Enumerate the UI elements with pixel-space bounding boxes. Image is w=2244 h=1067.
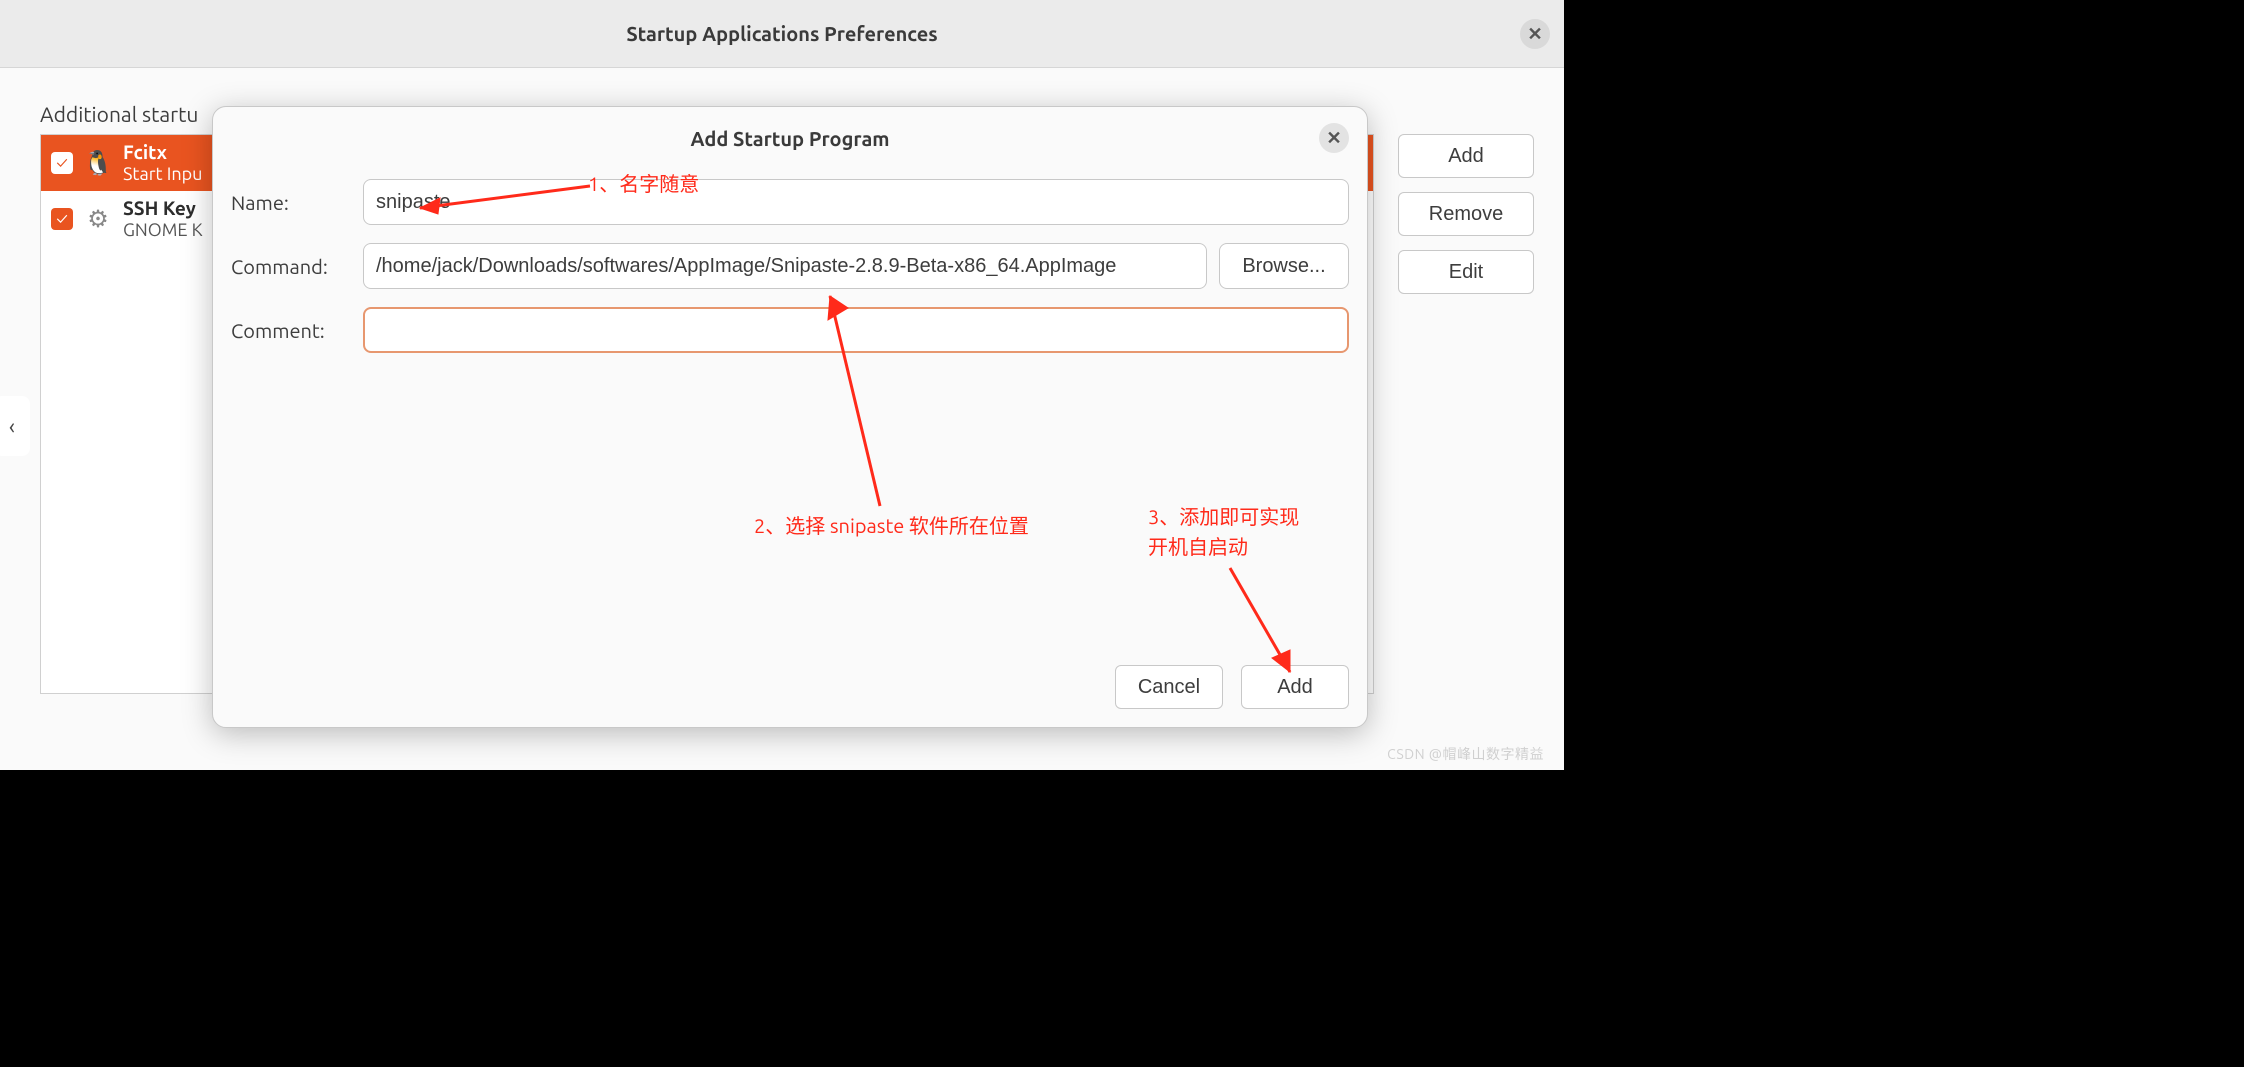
row-subtitle: GNOME K — [123, 220, 203, 242]
chevron-left-icon: ‹ — [9, 414, 15, 439]
command-label: Command: — [231, 255, 351, 278]
close-icon: ✕ — [1326, 129, 1341, 147]
edit-button[interactable]: Edit — [1398, 250, 1534, 294]
modal-title: Add Startup Program — [690, 127, 889, 150]
penguin-icon: 🐧 — [83, 148, 113, 178]
row-text: Fcitx Start Inpu — [123, 141, 202, 185]
add-confirm-button[interactable]: Add — [1241, 665, 1349, 709]
command-input[interactable] — [363, 243, 1207, 289]
modal-titlebar: Add Startup Program ✕ — [213, 107, 1367, 169]
gear-icon: ⚙ — [83, 204, 113, 234]
close-icon: ✕ — [1527, 25, 1542, 43]
main-titlebar: Startup Applications Preferences ✕ — [0, 0, 1564, 68]
checkbox-icon[interactable]: ✓ — [51, 152, 73, 174]
name-input[interactable] — [363, 179, 1349, 225]
close-modal-button[interactable]: ✕ — [1319, 123, 1349, 153]
cancel-button[interactable]: Cancel — [1115, 665, 1223, 709]
browse-button[interactable]: Browse... — [1219, 243, 1349, 289]
modal-footer: Cancel Add — [1115, 665, 1349, 709]
comment-label: Comment: — [231, 319, 351, 342]
app-window: Startup Applications Preferences ✕ Addit… — [0, 0, 1564, 770]
side-buttons: Add Remove Edit — [1398, 134, 1534, 694]
remove-button[interactable]: Remove — [1398, 192, 1534, 236]
row-title: Fcitx — [123, 141, 202, 164]
row-title: SSH Key — [123, 197, 203, 220]
name-label: Name: — [231, 191, 351, 214]
prev-image-control[interactable]: ‹ — [0, 396, 30, 456]
row-subtitle: Start Inpu — [123, 164, 202, 186]
add-button[interactable]: Add — [1398, 134, 1534, 178]
checkbox-icon[interactable]: ✓ — [51, 208, 73, 230]
row-text: SSH Key GNOME K — [123, 197, 203, 241]
watermark: CSDN @帽峰山数字精益 — [1387, 744, 1544, 764]
add-startup-dialog: Add Startup Program ✕ Name: Command: Bro… — [212, 106, 1368, 728]
close-main-button[interactable]: ✕ — [1520, 19, 1550, 49]
main-window-title: Startup Applications Preferences — [626, 22, 937, 45]
modal-form: Name: Command: Browse... Comment: — [213, 169, 1367, 353]
comment-input[interactable] — [363, 307, 1349, 353]
